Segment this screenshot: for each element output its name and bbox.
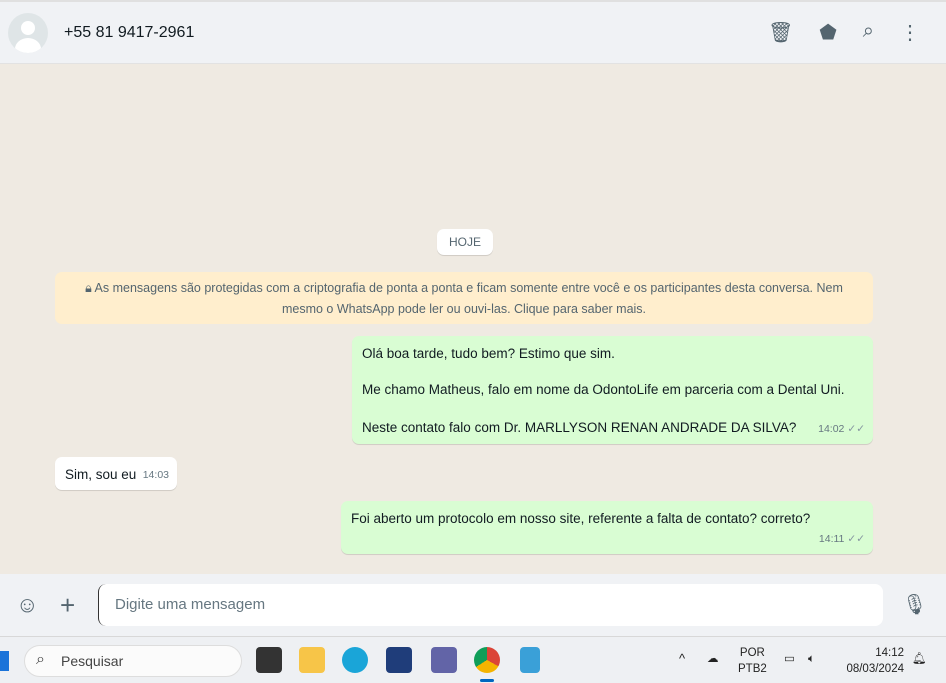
message-input[interactable]: Digite uma mensagem bbox=[98, 584, 883, 626]
start-icon[interactable] bbox=[0, 651, 9, 671]
chat-header: +55 81 9417-2961 🗑 ⬟ ⌕ ⋮ bbox=[0, 0, 946, 64]
label-icon[interactable]: ⬟ bbox=[819, 20, 836, 45]
composer: ☺ + Digite uma mensagem 🎙︎ bbox=[0, 574, 946, 636]
read-check-icon: ✓✓ bbox=[847, 423, 865, 435]
search-icon: ⌕ bbox=[36, 651, 45, 668]
date-chip: HOJE bbox=[437, 229, 494, 255]
attach-plus-icon[interactable]: + bbox=[60, 590, 75, 621]
avatar[interactable] bbox=[8, 12, 48, 53]
edge-icon[interactable] bbox=[342, 647, 368, 673]
volume-icon[interactable]: 🔈︎ bbox=[808, 651, 815, 667]
menu-icon[interactable]: ⋮ bbox=[900, 20, 920, 45]
search-icon[interactable]: ⌕ bbox=[863, 20, 874, 45]
file-explorer-icon[interactable] bbox=[299, 647, 325, 673]
delete-icon[interactable]: 🗑 bbox=[768, 20, 793, 45]
encryption-notice[interactable]: 🔒︎ As mensagens são protegidas com a cri… bbox=[55, 272, 873, 324]
emoji-icon[interactable]: ☺ bbox=[16, 592, 38, 618]
contact-name[interactable]: +55 81 9417-2961 bbox=[64, 24, 194, 42]
chat-area: HOJE 🔒︎ As mensagens são protegidas com … bbox=[0, 64, 946, 574]
taskbar: ⌕ Pesquisar ^ ☁ POR PTB2 ▭ 🔈︎ 14:12 08/03/2… bbox=[0, 636, 946, 683]
message-bubble[interactable]: Sim, sou eu 14:03 bbox=[55, 457, 177, 490]
taskbar-search[interactable]: ⌕ Pesquisar bbox=[24, 645, 242, 677]
microphone-icon[interactable]: 🎙︎ bbox=[902, 592, 927, 617]
lock-icon: 🔒︎ bbox=[85, 281, 95, 295]
message-bubble[interactable]: Foi aberto um protocolo em nosso site, r… bbox=[341, 501, 873, 554]
network-icon[interactable]: ▭ bbox=[784, 651, 795, 667]
notepad-icon[interactable] bbox=[520, 647, 540, 673]
store-icon[interactable] bbox=[386, 647, 412, 673]
task-view-icon[interactable] bbox=[256, 647, 282, 673]
notification-bell-icon[interactable]: 🔔︎ bbox=[912, 651, 927, 667]
read-check-icon: ✓✓ bbox=[847, 533, 865, 545]
clock[interactable]: 14:12 08/03/2024 bbox=[840, 645, 904, 677]
message-bubble[interactable]: Olá boa tarde, tudo bem? Estimo que sim.… bbox=[352, 336, 873, 444]
teams-icon[interactable] bbox=[431, 647, 457, 673]
cloud-off-icon[interactable]: ☁ bbox=[707, 651, 719, 667]
chevron-up-icon[interactable]: ^ bbox=[679, 651, 685, 667]
chrome-icon[interactable] bbox=[474, 647, 500, 673]
language-indicator[interactable]: POR PTB2 bbox=[738, 645, 767, 677]
